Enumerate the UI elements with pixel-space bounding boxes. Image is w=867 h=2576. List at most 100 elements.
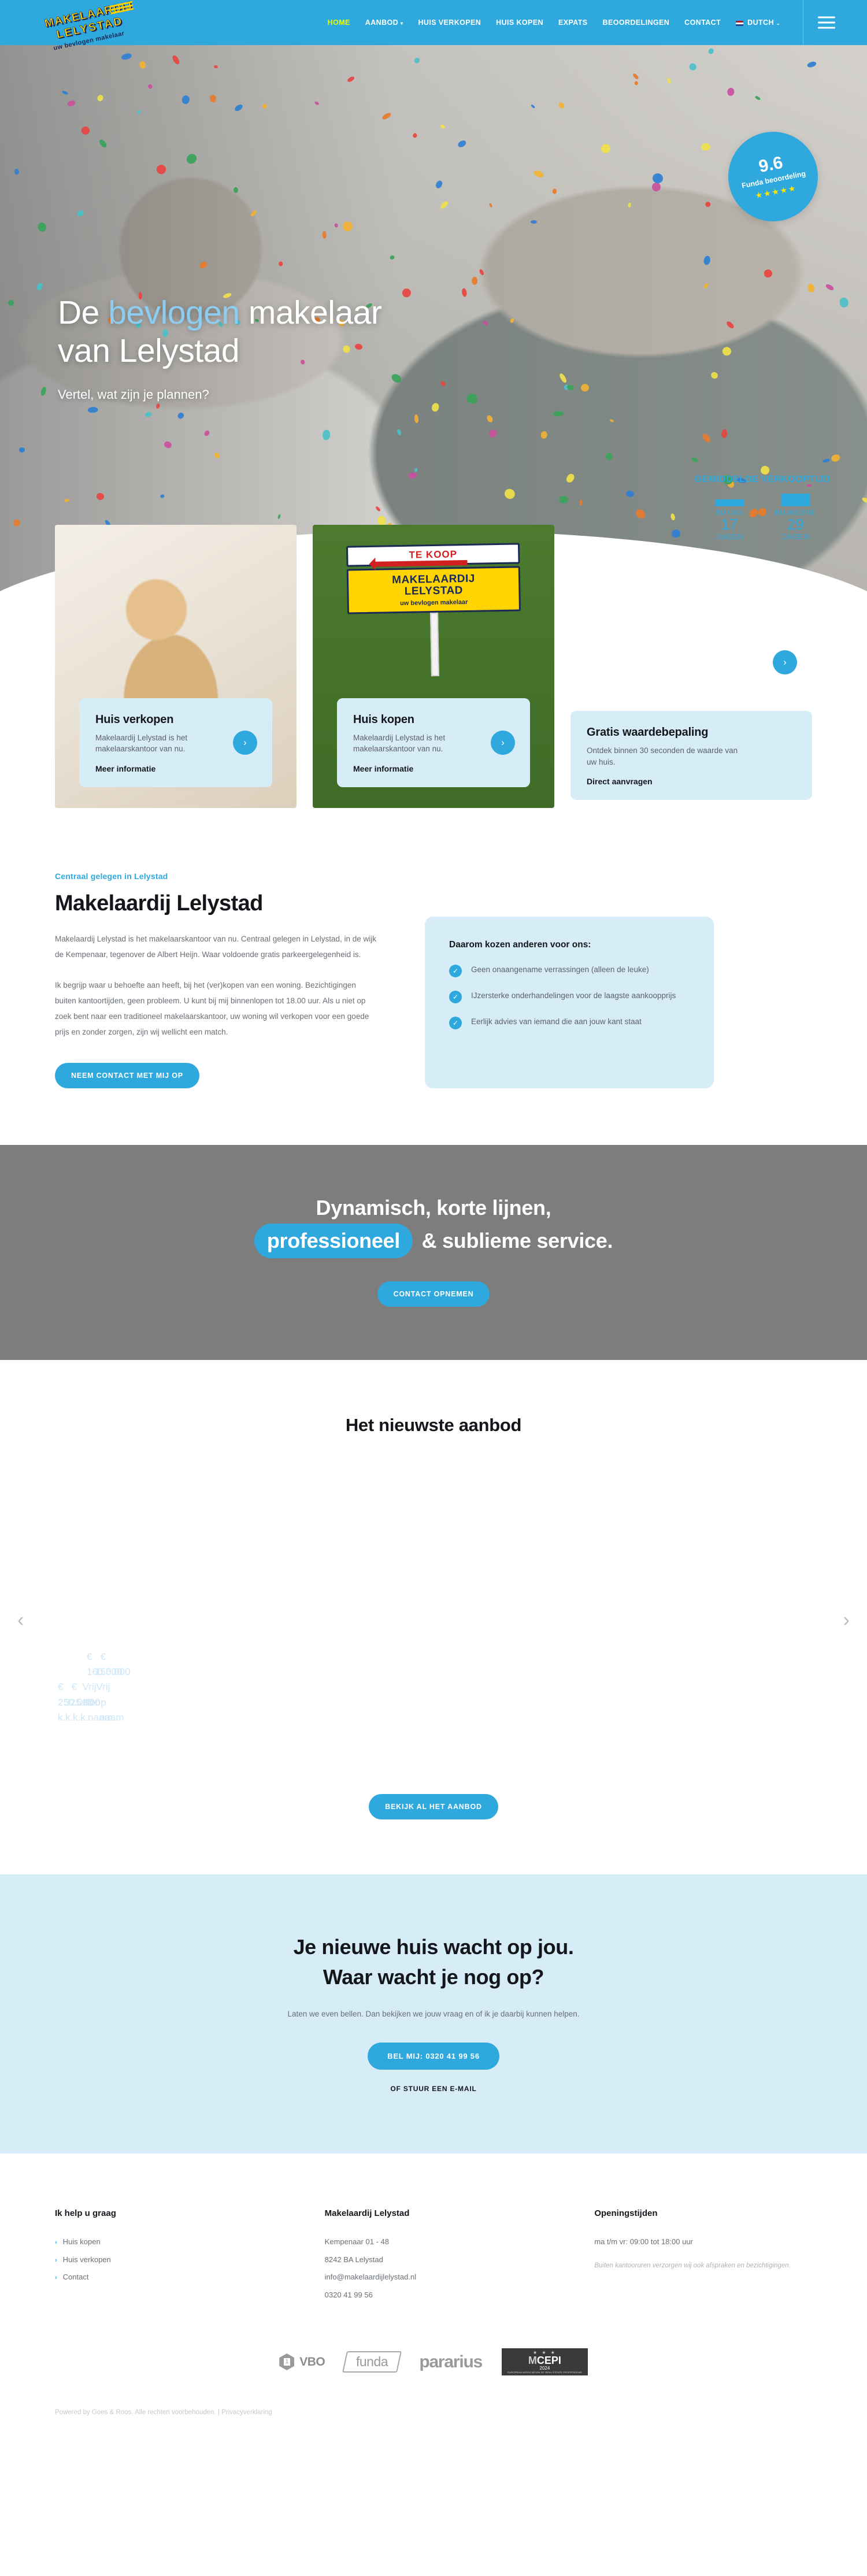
card-title: Gratis waardebepaling <box>587 726 709 739</box>
slogan-line1: Dynamisch, korte lijnen, <box>316 1196 551 1220</box>
slogan-text: Dynamisch, korte lijnen, professioneel &… <box>0 1192 867 1258</box>
stat-bar <box>781 493 810 506</box>
card-link[interactable]: Meer informatie <box>95 764 256 773</box>
funda-logo: funda <box>342 2351 402 2373</box>
nav-label: HOME <box>327 18 350 27</box>
nav-label: AANBOD <box>365 18 399 27</box>
contact-opnemen-button[interactable]: CONTACT OPNEMEN <box>377 1281 490 1307</box>
card-huis-verkopen[interactable]: Huis verkopen Makelaardij Lelystad is he… <box>55 525 297 808</box>
chevron-right-icon: › <box>55 2274 57 2282</box>
te-koop-sign: TE KOOP MAKELAARDIJ LELYSTAD uw bevlogen … <box>346 543 521 677</box>
footer-link-huis-verkopen[interactable]: › Huis verkopen <box>55 2251 273 2269</box>
ph-price: 155.000 <box>95 1666 131 1678</box>
footer-column-help: Ik help u graag › Huis kopen › Huis verkop… <box>55 2208 273 2304</box>
dutch-flag-icon <box>736 20 744 26</box>
contact-cta-button[interactable]: NEEM CONTACT MET MIJ OP <box>55 1063 199 1088</box>
slogan-pill: professioneel <box>254 1224 413 1258</box>
nav-label: HUIS VERKOPEN <box>418 18 481 27</box>
check-icon: ✓ <box>449 965 462 977</box>
funda-label: funda <box>356 2354 388 2369</box>
footer-link-contact[interactable]: › Contact <box>55 2269 273 2286</box>
card-link[interactable]: Direct aanvragen <box>587 777 796 786</box>
sign-arrow-icon <box>372 559 468 567</box>
address-street: Kempenaar 01 - 48 <box>324 2237 389 2247</box>
vbo-label: VBO <box>299 2355 325 2369</box>
nav-item-home[interactable]: HOME <box>328 18 350 27</box>
nav-item-contact[interactable]: CONTACT <box>684 18 721 27</box>
language-switcher[interactable]: DUTCH ⌄ <box>736 18 780 27</box>
footer-link-label: Contact <box>62 2273 89 2282</box>
email-address[interactable]: info@makelaardijlelystad.nl <box>325 2269 543 2286</box>
card-text: Makelaardij Lelystad is het makelaarskan… <box>95 733 188 754</box>
chevron-right-icon[interactable]: › <box>491 730 515 755</box>
pararius-logo: pararius <box>419 2352 483 2371</box>
chevron-right-icon[interactable]: › <box>843 1609 850 1632</box>
copyright-text: Powered by Goes & Roos. Alle rechten voo… <box>55 2409 222 2416</box>
email-link[interactable]: OF STUUR EEN E-MAIL <box>0 2085 867 2093</box>
footer-link-label: Huis kopen <box>62 2237 101 2247</box>
card-link[interactable]: Meer informatie <box>353 764 514 773</box>
reason-text: Eerlijk advies van iemand die aan jouw k… <box>471 1017 642 1026</box>
view-all-listings-button[interactable]: BEKIJK AL HET AANBOD <box>369 1794 498 1819</box>
rating-score: 9.6 <box>757 153 785 177</box>
page-root: MAKELAARDIJ LELYSTAD uw bevlogen makelaa… <box>0 0 867 2433</box>
intro-paragraph-2: Ik begrijp waar u behoefte aan heeft, bi… <box>55 981 369 1036</box>
cta-section: Je nieuwe huis wacht op jou. Waar wacht … <box>0 1874 867 2154</box>
copyright-bar: Powered by Goes & Roos. Alle rechten voo… <box>0 2409 867 2433</box>
chevron-right-icon[interactable]: › <box>773 650 797 675</box>
placeholder-row: 160.000 155.000 <box>87 1665 130 1680</box>
slogan-banner: Dynamisch, korte lijnen, professioneel &… <box>0 1145 867 1360</box>
card-panel: Huis verkopen Makelaardij Lelystad is he… <box>79 698 272 787</box>
nav-label: CONTACT <box>684 18 721 27</box>
reasons-list: ✓ Geen onaangename verrassingen (alleen … <box>449 963 690 1029</box>
opening-hours: ma t/m vr: 09:00 tot 18:00 uur <box>594 2237 693 2247</box>
nav-label: EXPATS <box>558 18 588 27</box>
headline-highlight: bevlogen <box>108 294 240 331</box>
call-button[interactable]: BEL MIJ: 0320 41 99 56 <box>368 2043 499 2070</box>
nav-item-huis-verkopen[interactable]: HUIS VERKOPEN <box>418 18 481 27</box>
card-text: Makelaardij Lelystad is het makelaarskan… <box>353 733 446 754</box>
listings-placeholder: € € 160.000 155.000 € € VrijVrij 250.000… <box>58 1650 130 1725</box>
hero-content: De bevlogen makelaar van Lelystad Vertel… <box>0 45 867 402</box>
cepi-text: CEPI <box>536 2354 561 2366</box>
chevron-right-icon[interactable]: › <box>233 730 257 755</box>
intro-eyebrow: Centraal gelegen in Lelystad <box>55 872 168 881</box>
check-icon: ✓ <box>449 991 462 1003</box>
reason-text: IJzersterke onderhandelingen voor de laa… <box>471 991 676 1000</box>
card-gratis-waardebepaling[interactable]: Gratis waardebepaling Ontdek binnen 30 s… <box>570 525 812 800</box>
cepi-logo: ★ ★ ★ MCEPI 2024 EUROPEAN ASSOCIATION OF… <box>502 2348 588 2376</box>
ph-kk: k.k. <box>58 1711 73 1723</box>
card-panel: Huis kopen Makelaardij Lelystad is het m… <box>337 698 530 787</box>
list-item: ✓ Eerlijk advies van iemand die aan jouw… <box>449 1015 690 1029</box>
site-header: MAKELAARDIJ LELYSTAD uw bevlogen makelaa… <box>0 0 867 52</box>
intro-heading: Makelaardij Lelystad <box>55 891 263 916</box>
cta-text: Laten we even bellen. Dan bekijken we jo… <box>287 2010 580 2019</box>
partner-logos: 1 VBO funda pararius ★ ★ ★ MCEPI 2024 EUR… <box>0 2348 867 2376</box>
nav-item-expats[interactable]: EXPATS <box>558 18 588 27</box>
card-title: Huis kopen <box>353 713 414 726</box>
nav-item-beoordelingen[interactable]: BEOORDELINGEN <box>603 18 670 27</box>
phone-number[interactable]: 0320 41 99 56 <box>325 2286 543 2304</box>
placeholder-row: 250.000 325.000 Koop <box>58 1695 110 1710</box>
intro-paragraph-1: Makelaardij Lelystad is het makelaarskan… <box>55 935 377 959</box>
chevron-right-icon: › <box>55 2256 57 2264</box>
nav-item-aanbod[interactable]: AANBOD ▾ <box>365 18 403 27</box>
privacy-link[interactable]: Privacyverklaring <box>221 2409 272 2416</box>
stat-bar <box>715 499 744 506</box>
address-city: 8242 BA Lelystad <box>324 2255 383 2264</box>
cta-heading: Je nieuwe huis wacht op jou. Waar wacht … <box>0 1932 867 1992</box>
nav-label: HUIS KOPEN <box>496 18 543 27</box>
footer-column-address: Makelaardij Lelystad Kempenaar 01 - 48 8… <box>325 2208 543 2304</box>
listings-section: Het nieuwste aanbod ‹ › € € 160.000 155.… <box>0 1360 867 1874</box>
slogan-line2: & sublieme service. <box>416 1229 613 1252</box>
footer-link-huis-kopen[interactable]: › Huis kopen <box>55 2233 273 2251</box>
cepi-m: M <box>528 2354 537 2366</box>
headline-part: De <box>58 294 109 331</box>
card-huis-kopen[interactable]: TE KOOP MAKELAARDIJ LELYSTAD uw bevlogen … <box>313 525 554 808</box>
feature-cards: Huis verkopen Makelaardij Lelystad is he… <box>0 525 867 808</box>
hamburger-icon[interactable] <box>818 16 835 29</box>
cepi-year: 2024 <box>539 2366 550 2371</box>
nav-item-huis-kopen[interactable]: HUIS KOPEN <box>496 18 543 27</box>
chevron-left-icon[interactable]: ‹ <box>17 1609 24 1632</box>
reasons-title: Daarom kozen anderen voor ons: <box>449 940 591 950</box>
